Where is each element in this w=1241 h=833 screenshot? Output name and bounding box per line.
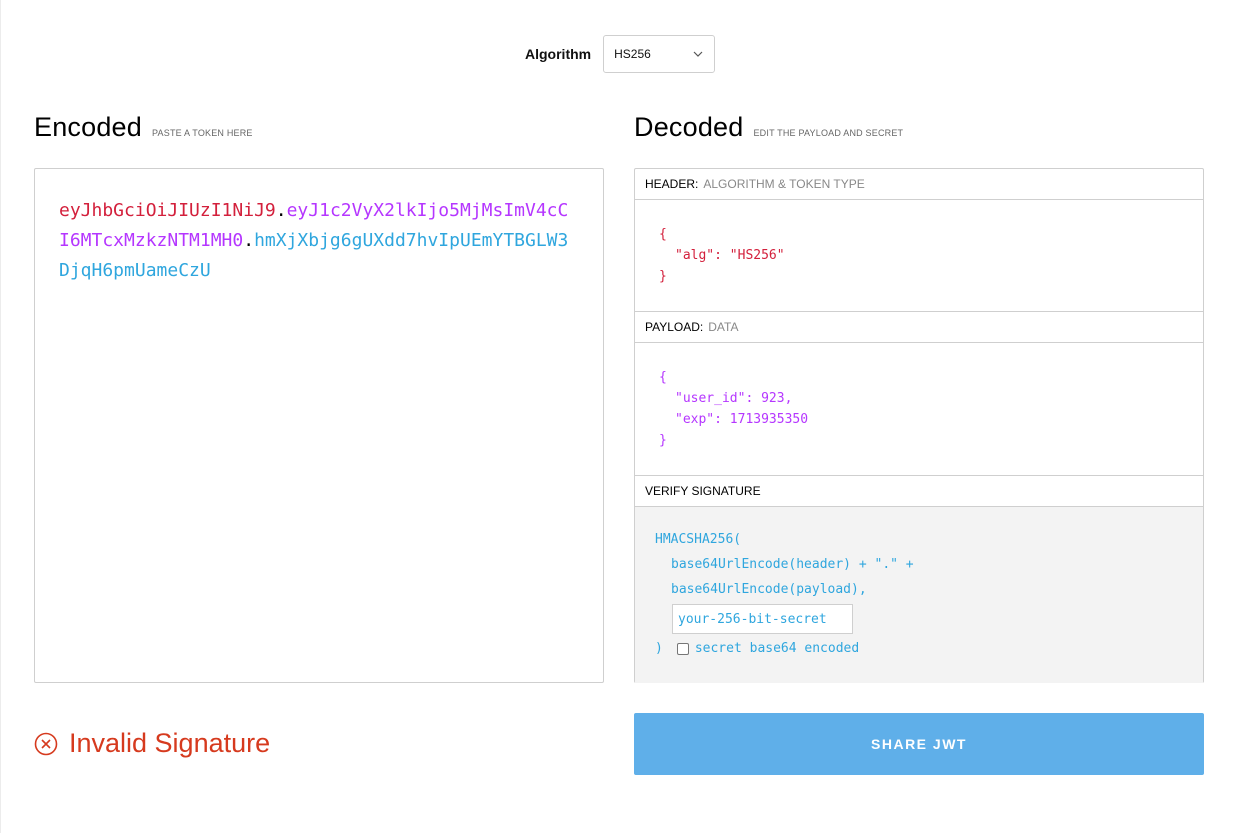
signature-line-1: HMACSHA256( — [655, 532, 742, 547]
header-open-brace: { — [659, 227, 667, 242]
base64-checkbox-label[interactable]: secret base64 encoded — [695, 636, 859, 661]
chevron-down-icon — [693, 51, 703, 57]
signature-status-text: Invalid Signature — [69, 728, 271, 758]
algorithm-selected-value: HS256 — [614, 47, 651, 61]
encoded-heading: Encoded PASTE A TOKEN HERE — [34, 112, 253, 143]
token-dot: . — [243, 230, 255, 251]
header-title-label: HEADER: — [645, 177, 699, 191]
algorithm-label: Algorithm — [525, 46, 592, 62]
base64-checkbox[interactable] — [676, 642, 689, 655]
page: Algorithm HS256 Encoded PASTE A TOKEN HE… — [0, 0, 1241, 833]
payload-close-brace: } — [659, 433, 667, 448]
decoded-panel: HEADER: ALGORITHM & TOKEN TYPE { "alg": … — [634, 168, 1204, 683]
share-jwt-button[interactable]: SHARE JWT — [634, 713, 1204, 775]
signature-line-3: base64UrlEncode(payload), — [671, 582, 867, 597]
payload-user-id-line: "user_id": 923, — [675, 391, 793, 406]
encoded-subtitle: PASTE A TOKEN HERE — [152, 128, 253, 138]
payload-title-label: PAYLOAD: — [645, 320, 704, 334]
close-circle-icon — [34, 732, 58, 755]
header-close-brace: } — [659, 269, 667, 284]
secret-input[interactable]: your-256-bit-secret — [672, 604, 853, 634]
header-section-title: HEADER: ALGORITHM & TOKEN TYPE — [635, 169, 1203, 200]
secret-input-placeholder: your-256-bit-secret — [678, 611, 827, 627]
payload-title-sub: DATA — [708, 320, 739, 334]
payload-json-editor[interactable]: { "user_id": 923, "exp": 1713935350 } — [635, 343, 1203, 476]
header-alg-line: "alg": "HS256" — [675, 248, 785, 263]
signature-status: Invalid Signature — [34, 728, 270, 759]
decoded-subtitle: EDIT THE PAYLOAD AND SECRET — [753, 128, 904, 138]
decoded-heading: Decoded EDIT THE PAYLOAD AND SECRET — [634, 112, 903, 143]
signature-section-title: VERIFY SIGNATURE — [635, 476, 1203, 507]
algorithm-select[interactable]: HS256 — [603, 35, 716, 73]
payload-open-brace: { — [659, 370, 667, 385]
encoded-token-input[interactable]: eyJhbGciOiJIUzI1NiJ9.eyJ1c2VyX2lkIjo5MjM… — [34, 168, 604, 683]
payload-section-title: PAYLOAD: DATA — [635, 312, 1203, 343]
token-dot: . — [275, 200, 287, 221]
header-title-sub: ALGORITHM & TOKEN TYPE — [703, 177, 865, 191]
signature-line-2: base64UrlEncode(header) + "." + — [671, 557, 914, 572]
token-header-part: eyJhbGciOiJIUzI1NiJ9 — [59, 200, 276, 221]
encoded-title: Encoded — [34, 112, 142, 142]
signature-close-row: ) secret base64 encoded — [655, 636, 1183, 661]
payload-exp-line: "exp": 1713935350 — [675, 412, 809, 427]
algorithm-row: Algorithm HS256 — [525, 35, 716, 73]
signature-close-paren: ) — [655, 641, 663, 656]
share-jwt-label: SHARE JWT — [871, 736, 967, 752]
signature-title-label: VERIFY SIGNATURE — [645, 484, 761, 498]
signature-body: HMACSHA256( base64UrlEncode(header) + ".… — [635, 507, 1203, 683]
decoded-title: Decoded — [634, 112, 744, 142]
header-json-editor[interactable]: { "alg": "HS256" } — [635, 200, 1203, 312]
